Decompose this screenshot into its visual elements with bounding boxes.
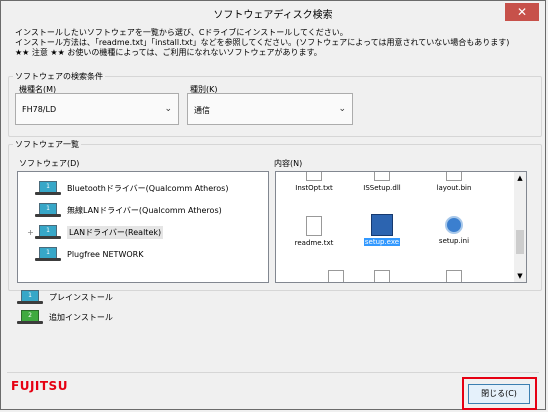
instructions: インストールしたいソフトウェアを一覧から選び、Cドライブにインストールしてくださ… bbox=[15, 28, 535, 58]
search-conditions-legend: ソフトウェアの検索条件 bbox=[15, 72, 103, 81]
tree-item-selected[interactable]: + 1 LANドライバー(Realtek) bbox=[26, 224, 164, 240]
vertical-scrollbar[interactable]: ▲ ▼ bbox=[514, 172, 526, 282]
software-label: ソフトウェア(D) bbox=[19, 159, 80, 168]
tree-expander-icon[interactable]: + bbox=[26, 228, 35, 237]
file-item[interactable]: setup.ini bbox=[424, 216, 484, 245]
file-name: InstOpt.txt bbox=[295, 184, 333, 192]
legend-additional: 2 追加インストール bbox=[17, 309, 113, 325]
file-item-selected[interactable]: setup.exe bbox=[352, 214, 412, 246]
scroll-thumb[interactable] bbox=[516, 230, 524, 254]
legend-preinstall: 1 プレインストール bbox=[17, 289, 113, 305]
file-icon bbox=[328, 270, 344, 282]
tree-item-label: 無線LANドライバー(Qualcomm Atheros) bbox=[67, 205, 222, 215]
window-title: ソフトウェアディスク検索 bbox=[213, 10, 333, 21]
preinstall-pc-icon: 1 bbox=[35, 247, 61, 261]
bin-file-icon bbox=[446, 172, 462, 181]
software-tree[interactable]: 1 Bluetoothドライバー(Qualcomm Atheros) 1 無線L… bbox=[17, 171, 269, 283]
tree-item-label: Bluetoothドライバー(Qualcomm Atheros) bbox=[67, 183, 229, 193]
preinstall-pc-icon: 1 bbox=[35, 225, 61, 239]
file-item[interactable]: layout.bin bbox=[424, 172, 484, 192]
text-file-icon bbox=[306, 216, 322, 236]
legend-label: プレインストール bbox=[49, 292, 113, 302]
dll-file-icon bbox=[374, 172, 390, 181]
file-name: layout.bin bbox=[436, 184, 472, 192]
file-item[interactable]: readme.txt bbox=[284, 216, 344, 247]
file-icon bbox=[374, 270, 390, 282]
content-label: 内容(N) bbox=[274, 159, 303, 168]
preinstall-pc-icon: 1 bbox=[35, 181, 61, 195]
file-item[interactable]: InstOpt.txt bbox=[284, 172, 344, 192]
scroll-down-icon[interactable]: ▼ bbox=[514, 272, 526, 280]
divider bbox=[7, 372, 539, 373]
file-item[interactable] bbox=[352, 270, 412, 282]
window-close-icon[interactable]: ✕ bbox=[505, 3, 539, 21]
tree-item[interactable]: 1 無線LANドライバー(Qualcomm Atheros) bbox=[26, 202, 222, 218]
dialog-window: ソフトウェアディスク検索 ✕ インストールしたいソフトウェアを一覧から選び、Cド… bbox=[0, 0, 546, 410]
tree-item-label: LANドライバー(Realtek) bbox=[67, 225, 164, 239]
preinstall-pc-icon: 1 bbox=[35, 203, 61, 217]
software-list-legend: ソフトウェア一覧 bbox=[15, 140, 79, 149]
tree-item-label: Plugfree NETWORK bbox=[67, 249, 144, 259]
gear-icon bbox=[445, 216, 463, 234]
model-select-value: FH78/LD bbox=[22, 105, 57, 114]
tree-item[interactable]: 1 Bluetoothドライバー(Qualcomm Atheros) bbox=[26, 180, 228, 196]
setup-exe-icon bbox=[371, 214, 393, 236]
file-item[interactable]: ISSetup.dll bbox=[352, 172, 412, 192]
instruction-line: インストールしたいソフトウェアを一覧から選び、Cドライブにインストールしてくださ… bbox=[15, 28, 348, 37]
file-icon bbox=[446, 270, 462, 282]
file-name: setup.ini bbox=[438, 237, 470, 245]
tree-item[interactable]: 1 Plugfree NETWORK bbox=[26, 246, 143, 262]
file-item[interactable] bbox=[424, 270, 484, 282]
file-name: ISSetup.dll bbox=[363, 184, 401, 192]
additional-install-pc-icon: 2 bbox=[17, 310, 43, 324]
chevron-down-icon: ⌄ bbox=[338, 104, 346, 114]
title-bar: ソフトウェアディスク検索 ✕ bbox=[1, 1, 545, 23]
model-select[interactable]: FH78/LD ⌄ bbox=[15, 93, 179, 125]
close-button[interactable]: 閉じる(C) bbox=[468, 384, 530, 404]
instruction-line: ★★ 注意 ★★ お使いの機種によっては、ご利用になれないソフトウェアがあります… bbox=[15, 48, 322, 57]
type-select[interactable]: 通信 ⌄ bbox=[187, 93, 353, 125]
file-name: setup.exe bbox=[363, 238, 401, 246]
scroll-up-icon[interactable]: ▲ bbox=[514, 174, 526, 182]
type-select-value: 通信 bbox=[194, 106, 210, 115]
chevron-down-icon: ⌄ bbox=[164, 104, 172, 114]
fujitsu-logo: FUJITSU bbox=[11, 379, 68, 393]
legend-label: 追加インストール bbox=[49, 312, 113, 322]
file-list[interactable]: InstOpt.txt ISSetup.dll layout.bin readm… bbox=[275, 171, 527, 283]
text-file-icon bbox=[306, 172, 322, 181]
instruction-line: インストール方法は、「readme.txt」「install.txt」などを参照… bbox=[15, 38, 510, 47]
file-name: readme.txt bbox=[294, 239, 334, 247]
preinstall-pc-icon: 1 bbox=[17, 290, 43, 304]
